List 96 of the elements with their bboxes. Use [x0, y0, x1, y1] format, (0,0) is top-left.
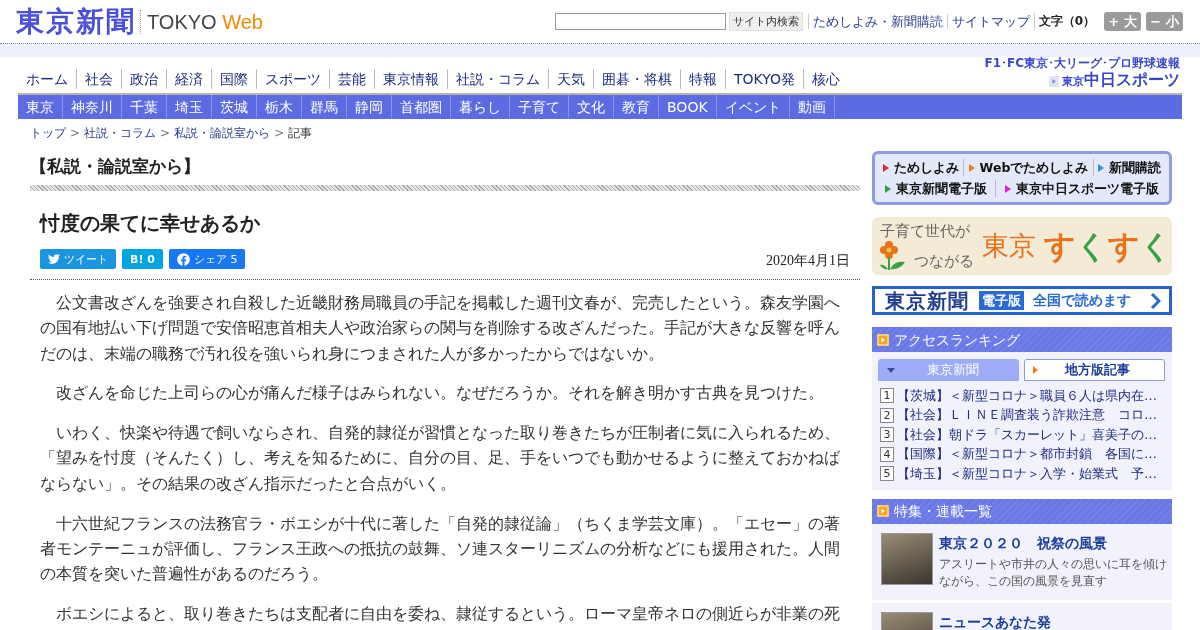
region-link[interactable]: 東京 — [18, 95, 63, 119]
nav-link[interactable]: 社説・コラム — [447, 69, 548, 89]
section-heading: 【私説・論説室から】 — [30, 155, 201, 177]
region-link[interactable]: 首都圏 — [392, 95, 451, 119]
header-link[interactable]: ためしよみ・新聞購読 — [807, 14, 947, 29]
nav-link[interactable]: スポーツ — [256, 69, 329, 89]
region-link[interactable]: イベント — [716, 95, 790, 119]
article-title: 忖度の果てに幸せあるか — [40, 211, 261, 235]
nav-link[interactable]: 国際 — [211, 69, 256, 89]
article-date: 2020年4月1日 — [766, 253, 850, 269]
region-link[interactable]: 教育 — [614, 95, 659, 119]
region-link[interactable]: 文化 — [569, 95, 614, 119]
ranking-link[interactable]: 5 【埼玉】＜新型コロナ＞入学・始業式 予… — [878, 464, 1166, 484]
caret-down-icon — [887, 367, 895, 373]
share-button[interactable]: シェア 5 — [168, 249, 246, 269]
rank-number: 5 — [880, 466, 894, 482]
banner-brand: 東京 — [982, 230, 1036, 262]
promo-link[interactable]: 東京新聞電子版 — [885, 180, 988, 197]
nav-link[interactable]: 特報 — [680, 69, 725, 89]
nav-link[interactable]: 核心 — [803, 69, 849, 89]
search-field[interactable] — [554, 13, 726, 30]
newspaper-logo: 東京新聞 — [885, 289, 969, 312]
banner-tagline: つながる — [914, 252, 974, 270]
feature-title: 東京２０２０ 祝祭の風景 — [939, 533, 1108, 552]
search-button[interactable]: サイト内検索 — [728, 12, 803, 31]
region-link[interactable]: 茨城 — [212, 95, 257, 119]
region-link[interactable]: 千葉 — [122, 95, 167, 119]
rank-number: 2 — [880, 407, 894, 423]
nav-link[interactable]: ホーム — [18, 69, 76, 89]
panel-title: アクセスランキング — [894, 330, 1020, 349]
breadcrumb-link[interactable]: 私説・論説室から — [174, 125, 271, 141]
nav-link[interactable]: 社会 — [76, 69, 121, 89]
region-link[interactable]: 動画 — [789, 95, 835, 119]
font-size-label: 文字（0） — [1033, 13, 1095, 30]
edition-badge: 電子版 — [979, 291, 1024, 310]
region-link[interactable]: 子育て — [510, 95, 569, 119]
nav-link[interactable]: 囲碁・将棋 — [593, 69, 680, 89]
promo-link[interactable]: 東京中日スポーツ電子版 — [1004, 180, 1159, 197]
caret-right-icon — [1033, 366, 1038, 374]
sports-logo[interactable]: 東京中日スポーツ — [1062, 71, 1180, 91]
nav-link[interactable]: 東京情報 — [374, 69, 447, 89]
panel-title: 特集・連載一覧 — [894, 502, 992, 520]
article-paragraph: 十六世紀フランスの法務官ラ・ボエシが十代に著した「自発的隷従論」（ちくま学芸文庫）。「エセー」の著者モンテーニュが評価し、フランス王政への抵抗の鼓舞、ソ連スターリニズムの分析などにも援用された。人間の本質を突いた普遍性があるのだろう。 — [40, 512, 841, 586]
feature-title: ニュースあなた発 — [939, 612, 1052, 630]
ranking-link[interactable]: 3 【社会】朝ドラ「スカーレット」喜美子の… — [878, 425, 1166, 445]
region-link[interactable]: 群馬 — [302, 95, 347, 119]
article-paragraph: 改ざんを命じた上司らの心が痛んだ様子はみられない。なぜだろうか。それを解き明かす古典を見つけた。 — [55, 382, 825, 405]
site-logo[interactable]: 東京新聞 — [16, 6, 136, 37]
banner-brand-accent: すくすく — [1044, 228, 1172, 264]
header-link[interactable]: サイトマップ — [946, 14, 1034, 29]
ranking-link[interactable]: 4 【国際】＜新型コロナ＞都市封鎖 各国に… — [878, 444, 1166, 464]
article-paragraph: 公文書改ざんを強要され自殺した近畿財務局職員の手記を掲載した週刊文春が、完売したという。森友学園への国有地払い下げ問題で安倍昭恵首相夫人や政治家らの関与を削除する改ざんだった。手記が大きな反響を呼んだのは、末端の職務で汚れ役を強いられ身につまされた人が多かったからではないか。 — [40, 292, 841, 365]
f-logo-icon — [176, 252, 190, 266]
region-link[interactable]: 暮らし — [451, 95, 510, 119]
region-link[interactable]: BOOK — [659, 95, 717, 119]
rank-number: 3 — [880, 427, 894, 443]
bird-icon — [48, 253, 60, 265]
nav-link[interactable]: 芸能 — [329, 69, 374, 89]
flower-icon — [880, 240, 906, 270]
breadcrumb-link[interactable]: トップ — [30, 125, 66, 141]
breadcrumb-separator: > — [274, 125, 285, 141]
ranking-link[interactable]: 1 【茨城】＜新型コロナ＞職員６人は県内在… — [878, 386, 1166, 406]
feature-description: アスリートや市井の人々の思いに耳を傾けながら、この国の風景を見直す — [939, 555, 1168, 590]
rank-number: 1 — [880, 388, 894, 404]
region-link[interactable]: 栃木 — [257, 95, 302, 119]
promo-link[interactable]: ためしよみ — [883, 159, 960, 176]
banner-tagline: 子育て世代が — [880, 222, 971, 240]
site-name: TOKYO Web — [147, 9, 263, 34]
breadcrumb-separator: > — [70, 125, 81, 141]
region-link[interactable]: 埼玉 — [167, 95, 212, 119]
digital-edition-banner[interactable]: 東京新聞 電子版 全国で読めます — [872, 286, 1172, 315]
photo-placeholder — [881, 532, 933, 585]
chevron-icon — [1150, 292, 1161, 309]
banner-text: 全国で読めます — [1033, 291, 1131, 310]
square-arrow-icon — [877, 505, 889, 517]
promo-link[interactable]: Webでためしよみ — [968, 159, 1089, 176]
play-icon — [1049, 75, 1059, 87]
nav-link[interactable]: 経済 — [166, 69, 211, 89]
ranking-link[interactable]: 2 【社会】ＬＩＮＥ調査装う詐欺注意 コロ… — [878, 405, 1166, 425]
feature-card[interactable]: 東京２０２０ 祝祭の風景 アスリートや市井の人々の思いに耳を傾けながら、この国の風景を見直す — [872, 523, 1172, 603]
feature-card[interactable]: ニュースあなた発 — [872, 602, 1172, 630]
rank-number: 4 — [880, 446, 894, 462]
breadcrumb-link[interactable]: 社説・コラム — [84, 125, 157, 141]
sports-news-link[interactable]: F1･FC東京･大リーグ･プロ野球速報 — [984, 56, 1180, 70]
square-arrow-icon — [877, 333, 889, 346]
article-paragraph: ボエシによると、取り巻きたちは支配者に自由を委ね、隷従するという。ローマ皇帝ネロの側近らが非業の死 — [55, 602, 841, 625]
nav-link[interactable]: 政治 — [121, 69, 166, 89]
nav-link[interactable]: TOKYO発 — [725, 69, 804, 89]
nav-link[interactable]: 天気 — [548, 69, 593, 89]
breadcrumb-current: 記事 — [288, 125, 313, 141]
region-link[interactable]: 静岡 — [347, 95, 392, 119]
ranking-tab[interactable]: 地方版記事 — [1024, 359, 1165, 381]
breadcrumb-separator: > — [160, 125, 171, 141]
promo-link[interactable]: 新聞購読 — [1097, 159, 1161, 176]
article-paragraph: いわく、快楽や待遇で飼いならされ、自発的隷従が習慣となった取り巻きたちが圧制者に気に入られるため、「望みを忖度（そんたく）し、考えを知るために、自分の目、足、手をいつでも動かせるように整えておかねばならない」。その結果の改ざん指示だったと合点がいく。 — [40, 422, 841, 495]
region-link[interactable]: 神奈川 — [63, 95, 122, 119]
